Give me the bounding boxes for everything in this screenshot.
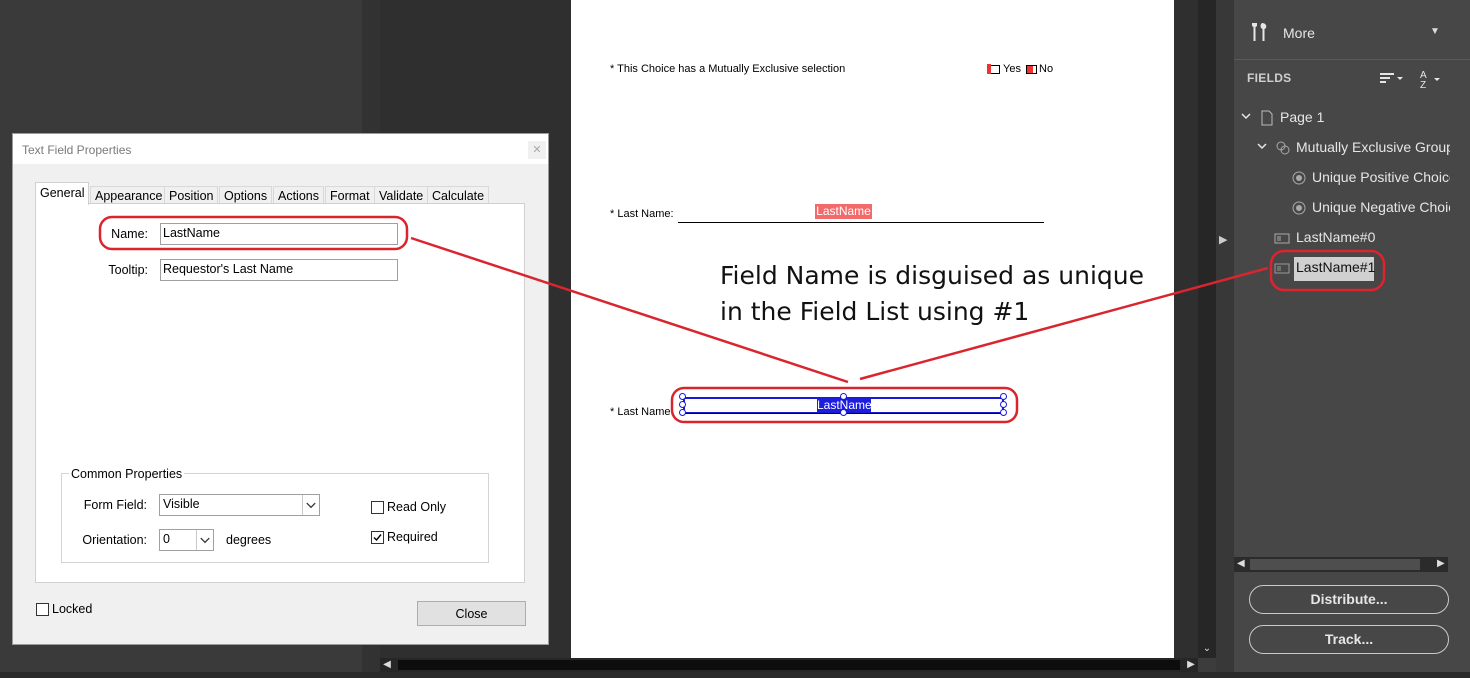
tree-item-group[interactable]: Mutually Exclusive Group [1234, 137, 1450, 159]
form-field-label: Form Field: [83, 498, 147, 512]
orientation-value: 0 [163, 532, 170, 546]
resize-handle[interactable] [840, 393, 847, 400]
tab-calculate[interactable]: Calculate [427, 186, 490, 204]
close-icon[interactable]: ✕ [528, 141, 546, 159]
required-checkbox[interactable] [371, 531, 384, 544]
panel-divider [1216, 0, 1234, 672]
tools-icon [1252, 23, 1267, 41]
last-name-label-2: * Last Name: [610, 406, 674, 418]
scroll-right-icon[interactable]: ▶ [1184, 658, 1198, 672]
tab-format[interactable]: Format [325, 186, 375, 204]
sort-alpha-icon[interactable]: A Z [1418, 68, 1444, 90]
choice-no-label: No [1039, 63, 1054, 75]
resize-handle[interactable] [679, 409, 686, 416]
choice-yes-field-marker [987, 64, 991, 74]
chevron-down-icon[interactable] [1240, 110, 1252, 122]
read-only-checkbox[interactable] [371, 501, 384, 514]
text-field-icon [1274, 263, 1290, 274]
degrees-label: degrees [226, 533, 272, 547]
last-name-field-1-underline [678, 222, 1044, 223]
tree-item-lastname-0[interactable]: LastName#0 [1234, 227, 1450, 249]
tree-item-label: Unique Positive Choice [1312, 169, 1450, 185]
resize-handle[interactable] [679, 401, 686, 408]
tab-general[interactable]: General [35, 182, 90, 205]
tree-item-positive-choice[interactable]: Unique Positive Choice [1234, 167, 1450, 189]
choice-label: * This Choice has a Mutually Exclusive s… [610, 63, 846, 75]
read-only-label: Read Only [387, 500, 447, 514]
name-label: Name: [111, 227, 148, 241]
tab-position[interactable]: Position [164, 186, 219, 204]
tooltip-label: Tooltip: [108, 263, 148, 277]
chevron-down-icon[interactable] [302, 495, 319, 515]
form-field-select[interactable]: Visible [159, 494, 320, 516]
common-properties-group [61, 473, 489, 563]
document-vertical-scrollbar[interactable] [1198, 0, 1216, 658]
horizontal-scroll-thumb[interactable] [398, 660, 1180, 670]
tree-item-label: LastName#1 [1296, 259, 1376, 275]
tree-item-label: Unique Negative Choice [1312, 199, 1450, 215]
tab-options[interactable]: Options [219, 186, 273, 204]
orientation-select[interactable]: 0 [159, 529, 214, 551]
page-icon [1261, 110, 1273, 126]
tree-item-negative-choice[interactable]: Unique Negative Choice [1234, 197, 1450, 219]
chevron-down-icon[interactable]: ▼ [1430, 26, 1440, 37]
locked-label: Locked [52, 602, 93, 616]
tree-item-lastname-1[interactable]: LastName#1 [1234, 257, 1450, 279]
sort-icon[interactable] [1378, 68, 1406, 88]
more-label: More [1283, 25, 1315, 41]
last-name-field-1[interactable]: LastName [815, 204, 872, 219]
checkmark-icon [373, 534, 382, 542]
track-button[interactable]: Track... [1249, 625, 1449, 654]
callout-line-2: in the Field List using #1 [720, 297, 1030, 326]
fields-title: FIELDS [1247, 71, 1292, 85]
fields-panel-scroll-thumb[interactable] [1250, 559, 1420, 570]
choice-no-field-marker [1027, 66, 1033, 73]
dialog-title: Text Field Properties [22, 143, 132, 157]
tab-actions[interactable]: Actions [273, 186, 324, 204]
required-label: Required [387, 530, 438, 544]
tree-item-page[interactable]: Page 1 [1234, 107, 1450, 129]
svg-text:Z: Z [1420, 80, 1426, 90]
radio-button-icon [1292, 201, 1306, 215]
tab-validate[interactable]: Validate [374, 186, 429, 204]
resize-handle[interactable] [1000, 393, 1007, 400]
radio-group-icon [1276, 141, 1290, 155]
name-field[interactable]: LastName [160, 223, 398, 245]
last-name-label-1: * Last Name: [610, 208, 674, 220]
common-properties-title: Common Properties [69, 467, 185, 481]
choice-yes-label: Yes [1003, 63, 1021, 75]
fields-tree: Page 1 Mutually Exclusive Group Unique P… [1234, 100, 1450, 560]
status-strip [0, 672, 1470, 678]
chevron-down-icon[interactable] [1256, 140, 1268, 152]
scroll-left-icon[interactable]: ◀ [380, 658, 394, 672]
distribute-button[interactable]: Distribute... [1249, 585, 1449, 614]
orientation-label: Orientation: [82, 533, 147, 547]
resize-handle[interactable] [840, 409, 847, 416]
dialog-titlebar[interactable]: Text Field Properties ✕ [13, 134, 548, 164]
tree-item-label: Page 1 [1280, 109, 1325, 125]
callout-line-1: Field Name is disguised as unique [720, 261, 1145, 290]
more-tools-row[interactable]: More ▼ [1234, 0, 1470, 60]
chevron-down-icon[interactable] [196, 530, 213, 550]
tooltip-field[interactable]: Requestor's Last Name [160, 259, 398, 281]
panel-collapse-icon[interactable]: ▶ [1219, 232, 1231, 248]
close-button[interactable]: Close [417, 601, 526, 626]
locked-checkbox[interactable] [36, 603, 49, 616]
scroll-right-icon[interactable]: ▶ [1437, 558, 1445, 569]
text-field-icon [1274, 233, 1290, 244]
scroll-down-icon[interactable]: ⌄ [1198, 640, 1216, 658]
text-field-properties-dialog: Text Field Properties ✕ General Appearan… [12, 133, 549, 645]
tab-appearance[interactable]: Appearance [90, 186, 168, 204]
resize-handle[interactable] [1000, 409, 1007, 416]
annotation-callout: Field Name is disguised as unique in the… [720, 258, 1160, 330]
tree-item-label: Mutually Exclusive Group [1296, 139, 1450, 155]
radio-button-icon [1292, 171, 1306, 185]
resize-handle[interactable] [1000, 401, 1007, 408]
tree-item-label: LastName#0 [1296, 229, 1376, 245]
resize-handle[interactable] [679, 393, 686, 400]
form-field-value: Visible [163, 497, 200, 511]
scroll-left-icon[interactable]: ◀ [1237, 558, 1245, 569]
